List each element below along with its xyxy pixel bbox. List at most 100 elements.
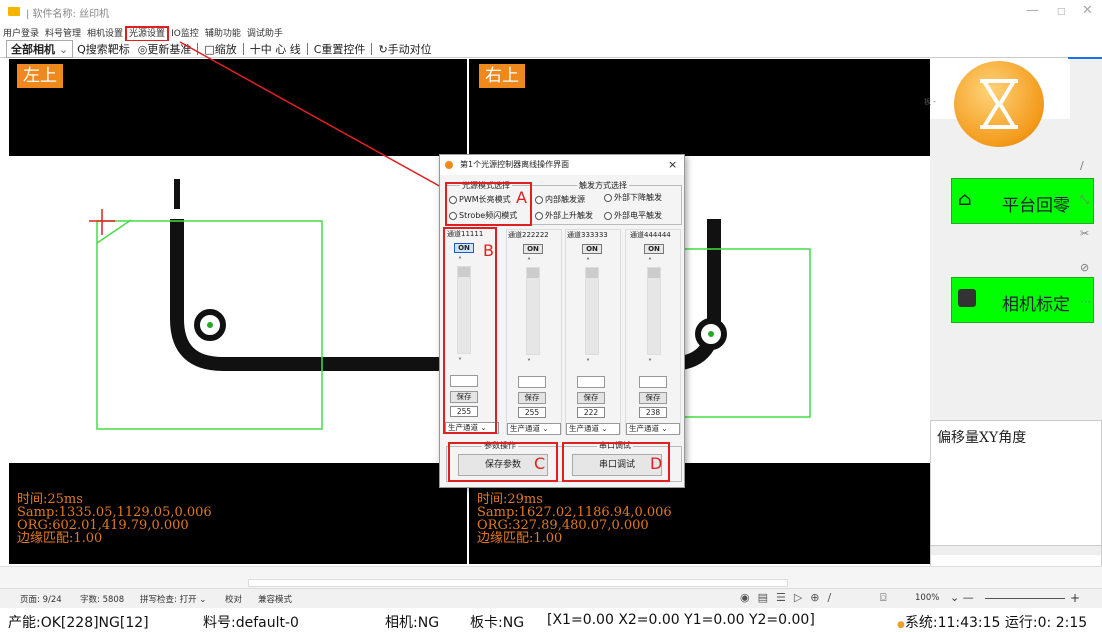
channel-3-save-button[interactable]: 保存: [577, 392, 605, 404]
offset-title: 偏移量XY角度: [937, 430, 1027, 446]
camera-overlay-left: [89, 179, 467, 430]
grid-icon: [958, 289, 976, 307]
camera-select-dropdown[interactable]: 全部相机 ⌄: [6, 40, 74, 58]
platform-home-button[interactable]: ⌂ 平台回零: [951, 178, 1094, 224]
page-count: 页面: 9/24: [20, 595, 62, 605]
channel-4-save-button[interactable]: 保存: [639, 392, 667, 404]
up-arrow-icon[interactable]: ˄: [648, 257, 652, 266]
channel-3-value[interactable]: 222: [577, 407, 605, 418]
separator: [242, 43, 244, 55]
radio-trigger-internal[interactable]: 内部触发源: [535, 194, 585, 205]
menu-io-monitor[interactable]: IO监控: [168, 27, 202, 41]
channel-4-on-button[interactable]: ON: [644, 244, 664, 254]
down-arrow-icon[interactable]: ˅: [586, 358, 590, 367]
dialog-close-icon[interactable]: ×: [668, 155, 677, 175]
channel-2-label: 通道222222: [508, 231, 549, 239]
separator: [371, 43, 373, 55]
lower-scroll-area: [0, 566, 1102, 588]
view-mode-icons[interactable]: ◉▤☰▷⊕∕: [740, 591, 839, 604]
title-bar: | 软件名称: 丝印机 — □ ✕: [0, 0, 1102, 24]
pen-icon[interactable]: ∕: [1080, 149, 1091, 183]
radio-trigger-level[interactable]: 外部电平触发: [604, 210, 662, 221]
material-number: 料号:default-0: [203, 615, 299, 631]
camera-status: 相机:NG: [385, 615, 440, 631]
proofread[interactable]: 校对: [225, 593, 242, 605]
hourglass-icon: [954, 61, 1044, 147]
app-logo-icon: [8, 7, 20, 16]
down-arrow-icon[interactable]: ˅: [648, 358, 652, 367]
separator: [197, 43, 199, 55]
horizontal-scrollbar[interactable]: [248, 579, 788, 587]
zoom-in-icon[interactable]: +: [1070, 591, 1080, 605]
help-icon[interactable]: ⊘: [1080, 251, 1091, 285]
trigger-group-label: 触发方式选择: [577, 180, 629, 191]
coordinates-readout: [X1=0.00 X2=0.00 Y1=0.00 Y2=0.00]: [547, 612, 815, 628]
channel-2-on-button[interactable]: ON: [523, 244, 543, 254]
channel-3-input[interactable]: [577, 376, 605, 388]
dialog-title: 第1个光源控制器离线操作界面: [460, 160, 570, 169]
channel-4: 通道444444 ON ˄ ˅ 保存 238 生产通道 ⌄: [625, 229, 681, 435]
fit-icon[interactable]: ⌼: [880, 591, 887, 605]
right-panel: 板 - ⌂ 平台回零 相机标定 ∕ ⤡ ✂ ⊘ ⋯ 偏移量XY角度: [924, 59, 1102, 568]
radio-trigger-falling[interactable]: 外部下降触发: [604, 192, 662, 203]
channel-4-prod-dropdown[interactable]: 生产通道 ⌄: [626, 423, 680, 435]
more-icon[interactable]: ⋯: [1080, 285, 1091, 319]
tool-icon[interactable]: ⤡: [1080, 183, 1091, 217]
menu-camera-settings[interactable]: 相机设置: [84, 27, 126, 41]
manual-align-button[interactable]: ↻手动对位: [374, 41, 435, 57]
radio-trigger-rising[interactable]: 外部上升触发: [535, 210, 593, 221]
horizontal-scrollbar[interactable]: [931, 545, 1101, 555]
channel-4-slider[interactable]: [647, 267, 661, 355]
zoom-button[interactable]: □缩放: [200, 41, 240, 57]
minimize-icon[interactable]: —: [1026, 3, 1039, 18]
toolbar: 全部相机 ⌄ Q搜索靶标 ◎更新基准 □缩放 十中 心 线 C重置控件 ↻手动对…: [0, 40, 1102, 58]
channel-4-input[interactable]: [639, 376, 667, 388]
menu-debug-assistant[interactable]: 调试助手: [244, 27, 286, 41]
menu-light-settings[interactable]: 光源设置: [125, 26, 170, 42]
side-icon-strip: ∕ ⤡ ✂ ⊘ ⋯: [1080, 149, 1091, 319]
compat-mode: 兼容模式: [258, 595, 293, 605]
zoom-out-icon[interactable]: ⌄ —: [950, 591, 974, 604]
update-base-button[interactable]: ◎更新基准: [134, 41, 196, 57]
channel-2-value[interactable]: 255: [518, 407, 546, 418]
separator: [306, 43, 308, 55]
annotation-letter-b: B: [483, 241, 494, 260]
scissors-icon[interactable]: ✂: [1080, 217, 1091, 251]
bottom-info-bar: 产能:OK[228]NG[12] 料号:default-0 相机:NG 板卡:N…: [0, 608, 1102, 631]
annotation-letter-c: C: [534, 454, 546, 473]
down-arrow-icon[interactable]: ˅: [527, 358, 531, 367]
channel-2-input[interactable]: [518, 376, 546, 388]
channel-3-label: 通道333333: [567, 231, 608, 239]
word-count: 字数: 5808: [80, 595, 125, 605]
camera-tag-left: 左上: [17, 64, 63, 88]
channel-2-prod-dropdown[interactable]: 生产通道 ⌄: [507, 423, 561, 435]
channel-3-on-button[interactable]: ON: [582, 244, 602, 254]
status-bar: 页面: 9/24 字数: 5808 拼写检查: 打开 ⌄ 校对 兼容模式 ◉▤☰…: [0, 588, 1102, 608]
offset-panel: 偏移量XY角度: [930, 420, 1102, 568]
camera-tag-right: 右上: [479, 64, 525, 88]
zoom-level[interactable]: 100%: [915, 593, 939, 603]
menu-user-login[interactable]: 用户登录: [0, 27, 42, 41]
reset-controls-button[interactable]: C重置控件: [310, 41, 370, 57]
channel-4-value[interactable]: 238: [639, 407, 667, 418]
menu-material[interactable]: 料号管理: [42, 27, 84, 41]
window-title: | 软件名称: 丝印机: [26, 9, 110, 20]
channel-2: 通道222222 ON ˄ ˅ 保存 255 生产通道 ⌄: [506, 229, 562, 435]
channel-3-prod-dropdown[interactable]: 生产通道 ⌄: [566, 423, 620, 435]
channel-2-save-button[interactable]: 保存: [518, 392, 546, 404]
zoom-slider[interactable]: [985, 598, 1065, 599]
cam-left-edge: 边缘匹配:1.00: [17, 531, 103, 546]
channel-2-slider[interactable]: [526, 267, 540, 355]
channel-3-slider[interactable]: [585, 267, 599, 355]
camera-calibration-button[interactable]: 相机标定: [951, 277, 1094, 323]
search-target-button[interactable]: Q搜索靶标: [73, 41, 134, 57]
up-arrow-icon[interactable]: ˄: [527, 257, 531, 266]
clock-icon: ●: [897, 620, 905, 630]
maximize-icon[interactable]: □: [1057, 7, 1066, 17]
center-line-button[interactable]: 十中 心 线: [246, 41, 305, 57]
up-arrow-icon[interactable]: ˄: [586, 257, 590, 266]
camera-view-left[interactable]: 左上 时间:25ms Samp:1335.05,1129.05,0.006 OR…: [9, 59, 467, 564]
close-icon[interactable]: ✕: [1082, 3, 1093, 18]
spell-check[interactable]: 拼写检查: 打开 ⌄: [140, 593, 206, 605]
menu-aux-functions[interactable]: 辅助功能: [202, 27, 244, 41]
